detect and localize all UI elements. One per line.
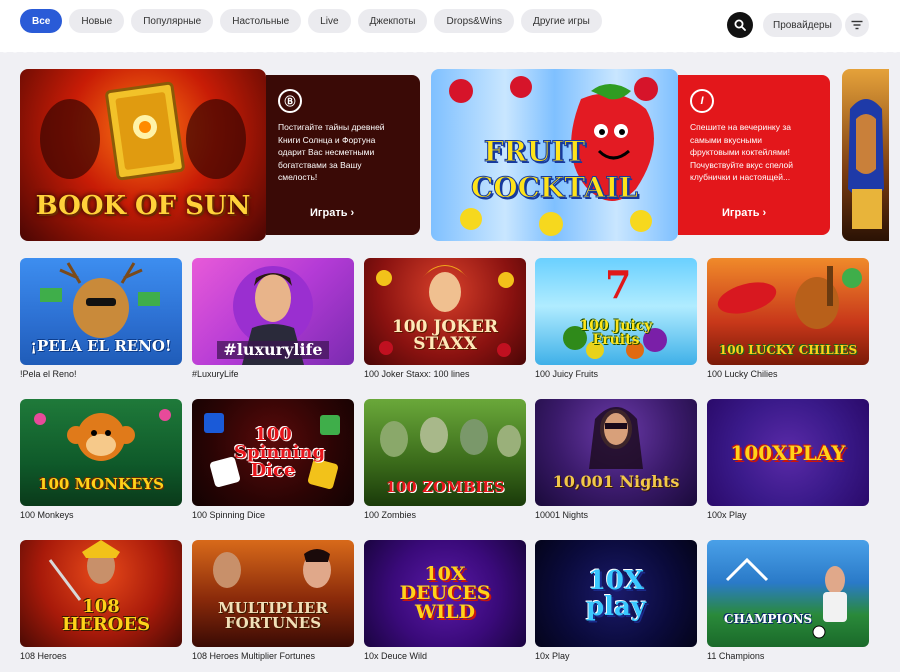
chip-drops-wins[interactable]: Drops&Wins [434, 9, 515, 33]
topbar-wavy-edge [0, 46, 900, 53]
pharaoh-art [848, 99, 884, 229]
game-name: 100 Juicy Fruits [535, 369, 599, 379]
game-card[interactable]: 10X DEUCES WILD 10x Deuce Wild [364, 540, 526, 661]
category-bar: Все Новые Популярные Настольные Live Дже… [0, 0, 900, 52]
banner-fruit-cocktail-image[interactable]: FRUIT COCKTAIL [431, 69, 678, 241]
game-art-title: 100 ZOMBIES [385, 478, 505, 496]
game-card[interactable]: ¡PELA EL RENO! !Pela el Reno! [20, 258, 182, 379]
game-name: 100 Joker Staxx: 100 lines [364, 369, 470, 379]
game-art-title: 108 HEROES [62, 595, 151, 635]
game-name: 10x Deuce Wild [364, 651, 428, 661]
chip-jackpots[interactable]: Джекпоты [357, 9, 428, 33]
game-thumbnail[interactable]: ¡PELA EL RENO! [20, 258, 182, 365]
game-thumbnail[interactable]: #luxurylife [192, 258, 354, 365]
game-card[interactable]: 7 100 Juicy Fruits 100 Juicy Fruits [535, 258, 697, 379]
game-name: 100 Zombies [364, 510, 417, 520]
game-thumbnail[interactable]: 100 JOKER STAXX [364, 258, 526, 365]
game-card[interactable]: 100XPLAY 100x Play [707, 399, 869, 520]
game-card[interactable]: 100 MONKEYS 100 Monkeys [20, 399, 182, 520]
football-art [725, 557, 847, 639]
game-thumbnail[interactable]: MULTIPLIER FORTUNES [192, 540, 354, 647]
banner-book-of-sun-image[interactable]: BOOK OF SUN [20, 69, 266, 241]
game-thumbnail[interactable]: 100 Spinning Dice [192, 399, 354, 506]
game-name: 108 Heroes [20, 651, 67, 661]
banner-fruit-cocktail-title-line2: COCKTAIL [470, 171, 639, 205]
banner-fruit-cocktail-title-line1: FRUIT [483, 135, 586, 169]
provider-logo-icon: Ⓑ [278, 89, 302, 113]
chip-other-games[interactable]: Другие игры [521, 9, 602, 33]
game-thumbnail[interactable]: 10X play [535, 540, 697, 647]
game-name: 11 Champions [707, 651, 765, 661]
game-name: 100 Monkeys [20, 510, 74, 520]
game-card[interactable]: CHAMPIONS 11 Champions [707, 540, 869, 661]
game-thumbnail[interactable]: 108 HEROES [20, 540, 182, 647]
game-art-title: 10,001 Nights [552, 471, 680, 491]
game-thumbnail[interactable]: 7 100 Juicy Fruits [535, 258, 697, 365]
svg-text:7: 7 [605, 262, 631, 307]
game-art-title: 100 JOKER STAXX [391, 316, 499, 354]
game-art-title: 10X play [585, 565, 646, 622]
banner-book-of-sun-panel: Ⓑ Постигайте тайны древней Книги Солнца … [266, 75, 420, 235]
game-name: #LuxuryLife [192, 369, 239, 379]
banner-fruit-cocktail-play-button[interactable]: Играть › [722, 207, 766, 219]
game-name: 100 Lucky Chilies [707, 369, 778, 379]
chip-all[interactable]: Все [20, 9, 63, 33]
filter-icon [851, 20, 863, 30]
category-chips: Все Новые Популярные Настольные Live Дже… [20, 9, 602, 33]
game-art-title: 100 LUCKY CHILIES [718, 342, 858, 357]
game-art-title: 100 Spinning Dice [234, 423, 326, 481]
game-name: 108 Heroes Multiplier Fortunes [192, 651, 316, 661]
game-card[interactable]: 100 JOKER STAXX 100 Joker Staxx: 100 lin… [364, 258, 526, 379]
game-card[interactable]: #luxurylife #LuxuryLife [192, 258, 354, 379]
game-name: 100 Spinning Dice [192, 510, 266, 520]
provider-logo-icon: I [690, 89, 714, 113]
game-art-title: CHAMPIONS [723, 611, 813, 626]
game-card[interactable]: 100 Spinning Dice 100 Spinning Dice [192, 399, 354, 520]
chip-popular[interactable]: Популярные [131, 9, 214, 33]
fruits-art: 7 [563, 262, 667, 359]
banner-fruit-cocktail-description: Спешите на вечеринку за самыми вкусными … [690, 122, 794, 182]
game-thumbnail[interactable]: CHAMPIONS [707, 540, 869, 647]
game-thumbnail[interactable]: 10,001 Nights [535, 399, 697, 506]
game-thumbnail[interactable]: 100 LUCKY CHILIES [707, 258, 869, 365]
game-name: 10x Play [535, 651, 570, 661]
game-art-title: 100XPLAY [730, 440, 846, 465]
banner-partial-next[interactable] [842, 69, 889, 241]
game-thumbnail[interactable]: 100 MONKEYS [20, 399, 182, 506]
game-card[interactable]: 100 ZOMBIES 100 Zombies [364, 399, 526, 520]
game-thumbnail[interactable]: 100 ZOMBIES [364, 399, 526, 506]
game-thumbnail[interactable]: 100XPLAY [707, 399, 869, 506]
providers-button[interactable]: Провайдеры [763, 13, 842, 37]
game-art-title: 100 MONKEYS [38, 475, 164, 493]
search-button[interactable] [727, 12, 753, 38]
game-card[interactable]: 10,001 Nights 10001 Nights [535, 399, 697, 520]
game-name: 100x Play [707, 510, 747, 520]
game-card[interactable]: MULTIPLIER FORTUNES 108 Heroes Multiplie… [192, 540, 354, 661]
game-art-title: 100 Juicy Fruits [579, 317, 653, 348]
banner-book-of-sun-description: Постигайте тайны древней Книги Солнца и … [278, 122, 385, 182]
banner-fruit-cocktail-panel: I Спешите на вечеринку за самыми вкусным… [678, 75, 830, 235]
game-art-title: #luxurylife [217, 340, 329, 359]
filter-button[interactable] [845, 13, 869, 37]
game-art-title: ¡PELA EL RENO! [30, 337, 172, 355]
banner-book-of-sun-title: BOOK OF SUN [35, 191, 251, 221]
search-icon [734, 19, 746, 31]
chip-new[interactable]: Новые [69, 9, 125, 33]
game-card[interactable]: 10X play 10x Play [535, 540, 697, 661]
game-name: 10001 Nights [535, 510, 589, 520]
game-art-title: MULTIPLIER FORTUNES [218, 598, 328, 632]
game-thumbnail[interactable]: 10X DEUCES WILD [364, 540, 526, 647]
game-card[interactable]: 100 LUCKY CHILIES 100 Lucky Chilies [707, 258, 869, 379]
banner-book-of-sun-play-button[interactable]: Играть › [310, 207, 354, 219]
chip-live[interactable]: Live [308, 9, 351, 33]
game-card[interactable]: 108 HEROES 108 Heroes [20, 540, 182, 661]
game-name: !Pela el Reno! [20, 369, 77, 379]
game-art-title: 10X DEUCES WILD [399, 563, 491, 623]
chip-table[interactable]: Настольные [220, 9, 302, 33]
